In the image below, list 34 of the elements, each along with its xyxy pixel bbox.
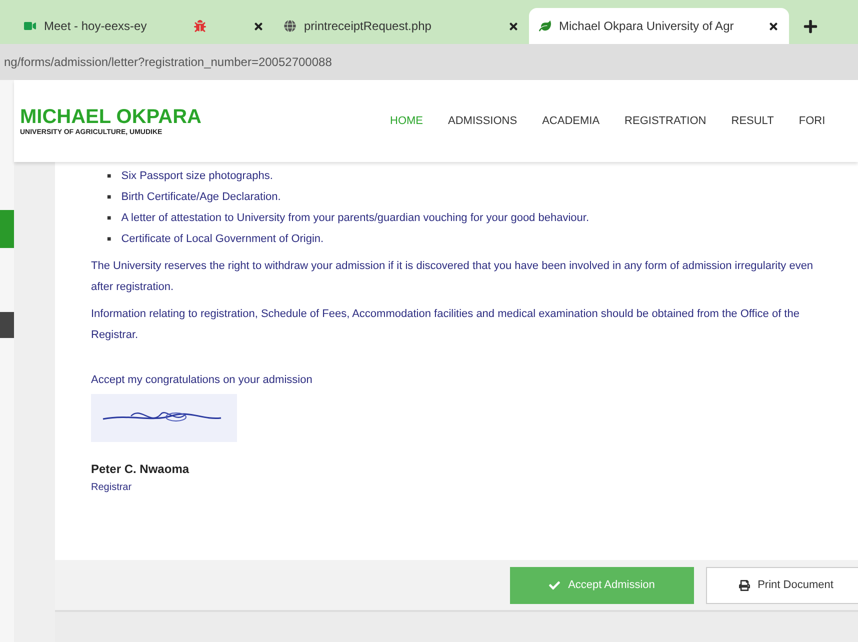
print-icon [738,580,750,590]
tab-title: Meet - hoy-eexs-ey [44,19,148,33]
browser-tab[interactable]: printreceiptRequest.php [274,8,529,44]
check-icon [549,580,560,590]
close-icon[interactable] [768,20,779,32]
close-icon[interactable] [508,20,519,32]
browser-tab[interactable]: Michael Okpara University of Agr [529,8,789,44]
address-bar[interactable]: ng/forms/admission/letter?registration_number=20052700088 [0,44,858,80]
nav-link[interactable]: RESULT [731,115,774,127]
letter-paragraph: The University reserves the right to withdraw your admission if it is discovered that you have been involved in any form of admission irregularity even after registration. [91,259,814,295]
browser-tab[interactable]: Meet - hoy-eexs-ey [14,8,184,44]
nav-link[interactable]: ACADEMIA [542,115,600,127]
requirement-text: Six Passport size photographs. [121,169,273,184]
globe-icon [284,20,296,32]
nav-link[interactable]: ADMISSIONS [448,115,518,127]
close-icon[interactable] [253,20,264,32]
requirement-text: Certificate of Local Government of Origin. [121,232,324,247]
leaf-icon [539,20,551,32]
window-edge [0,210,14,248]
bug-icon [194,20,206,32]
nav-link[interactable]: FORI [798,115,826,127]
signatory-role: Registrar [91,482,133,493]
signatory-name: Peter C. Nwaoma [91,462,190,476]
closing-text: Accept my congratulations on your admission [91,374,314,386]
video-icon [24,20,36,32]
window-edge [0,312,14,338]
print-button[interactable]: Print Document [706,566,858,604]
requirement-text: Birth Certificate/Age Declaration. [121,190,281,205]
tab-title: Michael Okpara University of Agr [559,19,735,33]
nav-link[interactable]: REGISTRATION [624,115,706,127]
logo-title: MICHAEL OKPARA [20,106,202,129]
requirement-text: A letter of attestation to University from your parents/guardian vouching for your good behaviour. [121,211,589,226]
tab-title: printreceiptRequest.php [304,19,432,33]
letter-paragraph: Information relating to registration, Schedule of Fees, Accommodation facilities and medical examination should be obtained from the Office of the Registrar. [91,307,800,343]
